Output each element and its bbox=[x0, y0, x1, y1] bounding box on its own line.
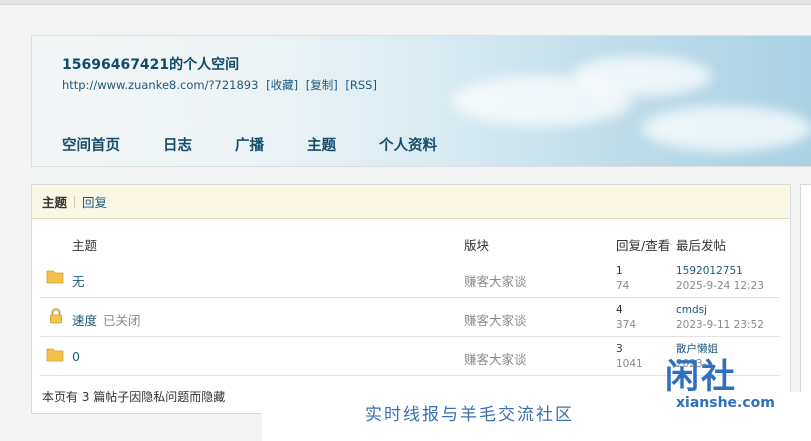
thread-stats: 1 74 bbox=[616, 264, 629, 294]
nav-broadcast[interactable]: 广播 bbox=[235, 134, 264, 155]
last-post-time: 2025-9-24 12:23 bbox=[676, 280, 764, 292]
favorite-link[interactable]: [收藏] bbox=[266, 78, 298, 92]
watermark-slogan: 实时线报与羊毛交流社区 bbox=[365, 405, 574, 425]
thread-forum-link[interactable]: 赚客大家谈 bbox=[464, 271, 527, 290]
reply-count: 1 bbox=[616, 265, 623, 277]
space-url-link[interactable]: http://www.zuanke8.com/?721893 bbox=[62, 78, 258, 92]
rss-link[interactable]: [RSS] bbox=[345, 78, 377, 92]
top-border bbox=[0, 0, 811, 5]
last-post-time: 2023-9-11 23:52 bbox=[676, 319, 764, 331]
lock-icon bbox=[49, 308, 63, 327]
space-nav: 空间首页 日志 广播 主题 个人资料 bbox=[62, 134, 480, 155]
thread-subject-link[interactable]: 0 bbox=[72, 349, 80, 364]
nav-profile[interactable]: 个人资料 bbox=[379, 134, 437, 155]
space-header-banner: 15696467421的个人空间 http://www.zuanke8.com/… bbox=[31, 35, 811, 167]
tab-replies[interactable]: 回复 bbox=[82, 192, 107, 211]
thread-stats: 4 374 bbox=[616, 303, 636, 333]
right-side-panel bbox=[800, 184, 811, 414]
last-post-user-link[interactable]: 1592012751 bbox=[676, 264, 764, 279]
cloud-decoration bbox=[572, 56, 712, 96]
copy-link[interactable]: [复制] bbox=[306, 78, 338, 92]
view-count: 374 bbox=[616, 319, 637, 331]
column-header-forum: 版块 bbox=[464, 238, 490, 253]
tab-threads[interactable]: 主题 bbox=[42, 192, 67, 211]
nav-home[interactable]: 空间首页 bbox=[62, 134, 120, 155]
thread-subject-link[interactable]: 无 bbox=[72, 271, 85, 290]
thread-subject-link[interactable]: 速度 已关闭 bbox=[72, 310, 141, 329]
nav-blog[interactable]: 日志 bbox=[163, 134, 192, 155]
reply-count: 3 bbox=[616, 343, 623, 355]
column-header-subject: 主题 bbox=[72, 238, 98, 253]
space-title[interactable]: 15696467421的个人空间 bbox=[62, 54, 239, 74]
tab-divider bbox=[74, 195, 76, 208]
reply-count: 4 bbox=[616, 304, 623, 316]
folder-icon bbox=[46, 346, 64, 365]
watermark-logo: 闲社 bbox=[665, 357, 737, 397]
view-count: 74 bbox=[616, 280, 630, 292]
thread-last-post: 1592012751 2025-9-24 12:23 bbox=[676, 264, 764, 294]
space-url-line: http://www.zuanke8.com/?721893 [收藏] [复制]… bbox=[62, 77, 381, 93]
thread-forum-link[interactable]: 赚客大家谈 bbox=[464, 310, 527, 329]
nav-threads[interactable]: 主题 bbox=[307, 134, 336, 155]
hidden-threads-note: 本页有 3 篇帖子因隐私问题而隐藏 bbox=[42, 390, 226, 404]
column-header-last-post: 最后发帖 bbox=[676, 238, 727, 253]
thread-closed-status: 已关闭 bbox=[103, 313, 141, 328]
last-post-user-link[interactable]: cmdsj bbox=[676, 303, 764, 318]
panel-tabs: 主题 回复 bbox=[32, 185, 790, 219]
thread-last-post: cmdsj 2023-9-11 23:52 bbox=[676, 303, 764, 333]
column-header-replies-views: 回复/查看 bbox=[616, 238, 671, 253]
watermark-url: xianshe.com bbox=[676, 395, 775, 411]
cloud-decoration bbox=[642, 106, 811, 151]
table-row: 速度 已关闭 赚客大家谈 4 374 cmdsj 2023-9-11 23:52 bbox=[40, 297, 780, 337]
folder-icon bbox=[46, 268, 64, 287]
thread-stats: 3 1041 bbox=[616, 342, 643, 372]
thread-forum-link[interactable]: 赚客大家谈 bbox=[464, 349, 527, 368]
view-count: 1041 bbox=[616, 358, 643, 370]
table-row: 无 赚客大家谈 1 74 1592012751 2025-9-24 12:23 bbox=[40, 258, 780, 298]
